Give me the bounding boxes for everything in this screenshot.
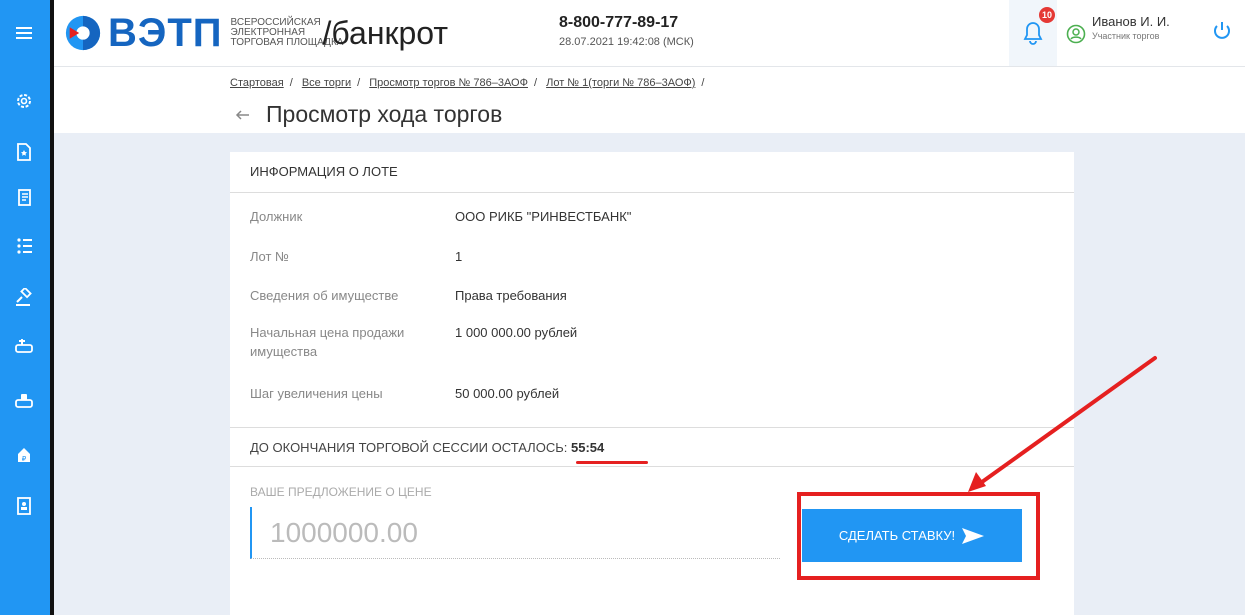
- logo-subtitle: ВСЕРОССИЙСКАЯ ЭЛЕКТРОННАЯ ТОРГОВАЯ ПЛОЩА…: [230, 18, 344, 48]
- timer-label-text: ДО ОКОНЧАНИЯ ТОРГОВОЙ СЕССИИ ОСТАЛОСЬ:: [250, 440, 568, 455]
- timer-highlight-underline: [576, 461, 648, 464]
- field-value: 50 000.00 рублей: [455, 386, 560, 401]
- power-icon: [1214, 22, 1230, 39]
- send-icon: [962, 527, 985, 544]
- notifications-button[interactable]: 10: [1009, 0, 1057, 66]
- settings-icon[interactable]: [4, 85, 44, 117]
- session-timer: ДО ОКОНЧАНИЯ ТОРГОВОЙ СЕССИИ ОСТАЛОСЬ: 5…: [230, 427, 1074, 467]
- logo-mark-icon: [65, 15, 101, 51]
- money-bag-icon[interactable]: ₽: [4, 440, 44, 472]
- user-role: Участник торгов: [1092, 31, 1160, 41]
- menu-icon[interactable]: [4, 17, 44, 49]
- field-value: 1 000 000.00 рублей: [455, 325, 578, 340]
- logo-sub-line: ТОРГОВАЯ ПЛОЩАДКА: [230, 37, 344, 48]
- notifications-badge: 10: [1039, 7, 1055, 23]
- place-bid-label: СДЕЛАТЬ СТАВКУ!: [838, 528, 956, 543]
- address-book-icon[interactable]: [4, 490, 44, 522]
- breadcrumb-auction-view[interactable]: Просмотр торгов № 786–3АОФ: [369, 77, 528, 89]
- timer-label: ДО ОКОНЧАНИЯ ТОРГОВОЙ СЕССИИ ОСТАЛОСЬ: 5…: [250, 440, 604, 455]
- field-label: Начальная цена продажи имущества: [250, 325, 405, 359]
- offer-label: ВАШЕ ПРЕДЛОЖЕНИЕ О ЦЕНЕ: [250, 485, 432, 499]
- user-avatar-icon: [1066, 24, 1086, 44]
- lot-card-title: ИНФОРМАЦИЯ О ЛОТЕ: [230, 152, 1074, 193]
- top-bar: ВЭТП ВСЕРОССИЙСКАЯ ЭЛЕКТРОННАЯ ТОРГОВАЯ …: [54, 0, 1245, 67]
- document-star-icon[interactable]: [4, 136, 44, 168]
- lot-card: ИНФОРМАЦИЯ О ЛОТЕ Должник ООО РИКБ "РИНВ…: [230, 152, 1074, 615]
- breadcrumb: Стартовая / Все торги / Просмотр торгов № …: [230, 77, 705, 89]
- place-bid-button[interactable]: СДЕЛАТЬ СТАВКУ!: [802, 509, 1022, 562]
- logout-button[interactable]: [1211, 20, 1233, 42]
- logo[interactable]: ВЭТП ВСЕРОССИЙСКАЯ ЭЛЕКТРОННАЯ ТОРГОВАЯ …: [64, 8, 448, 58]
- field-label: Лот №: [250, 249, 289, 264]
- stamp-icon[interactable]: [4, 385, 44, 417]
- price-offer-input[interactable]: [250, 507, 780, 559]
- field-label: Шаг увеличения цены: [250, 386, 383, 401]
- user-name: Иванов И. И.: [1092, 14, 1170, 29]
- auction-hammer-icon[interactable]: [4, 282, 44, 314]
- page-title: Просмотр хода торгов: [266, 101, 503, 127]
- breadcrumb-home[interactable]: Стартовая: [230, 77, 284, 89]
- timer-value: 55:54: [570, 440, 605, 455]
- list-stars-icon[interactable]: [4, 230, 44, 262]
- field-value: Права требования: [455, 288, 567, 303]
- logo-text: ВЭТП: [108, 11, 223, 55]
- field-label: Должник: [250, 209, 303, 224]
- server-datetime: 28.07.2021 19:42:08 (МСК): [559, 36, 694, 48]
- bell-icon: [1023, 22, 1043, 45]
- support-phone: 8-800-777-89-17: [559, 14, 679, 31]
- breadcrumb-all-auctions[interactable]: Все торги: [302, 77, 351, 89]
- breadcrumb-lot[interactable]: Лот № 1(торги № 786–3АОФ): [546, 77, 695, 89]
- page-header: Стартовая / Все торги / Просмотр торгов № …: [54, 67, 1245, 133]
- back-button[interactable]: [234, 106, 252, 124]
- add-doc-icon[interactable]: [4, 330, 44, 362]
- svg-text:₽: ₽: [22, 455, 27, 463]
- section-name: /банкрот: [322, 15, 449, 51]
- field-label: Сведения об имуществе: [250, 288, 399, 303]
- field-value: 1: [455, 249, 463, 264]
- sidebar: ₽: [0, 0, 54, 615]
- arrow-left-icon: [235, 109, 249, 120]
- contract-icon[interactable]: [4, 182, 44, 214]
- field-value: ООО РИКБ "РИНВЕСТБАНК": [455, 209, 632, 224]
- user-menu[interactable]: Иванов И. И. Участник торгов: [1066, 14, 1170, 44]
